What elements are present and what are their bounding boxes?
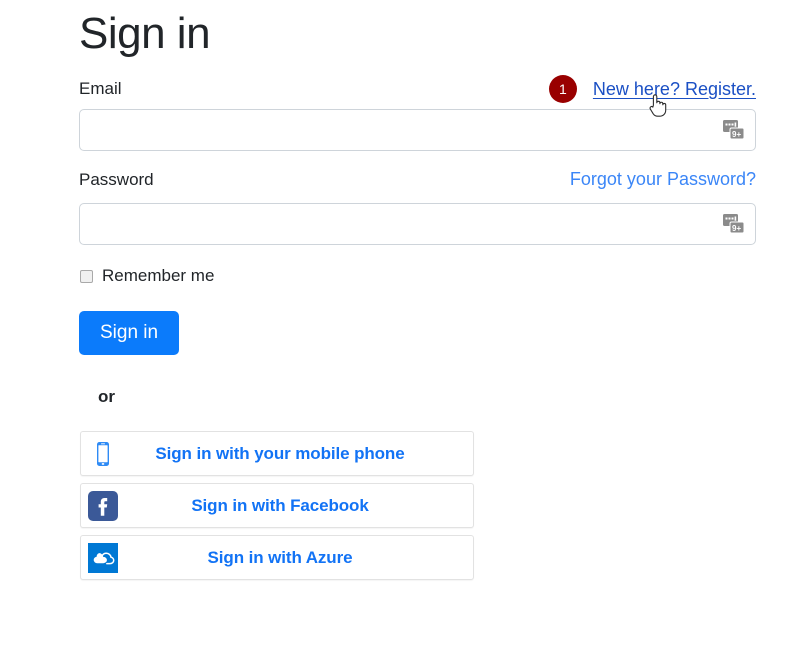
sign-in-with-mobile-phone-button[interactable]: Sign in with your mobile phone bbox=[80, 431, 474, 477]
remember-me-row[interactable]: Remember me bbox=[79, 265, 756, 287]
or-divider-label: or bbox=[98, 387, 115, 407]
sign-in-form: Sign in Email 1 New here? Register. 9+ P… bbox=[79, 0, 756, 587]
svg-text:9+: 9+ bbox=[732, 130, 741, 139]
register-link[interactable]: New here? Register. bbox=[593, 79, 756, 100]
page-title: Sign in bbox=[79, 9, 211, 58]
password-manager-icon[interactable]: 9+ bbox=[721, 211, 747, 237]
status-badge: 1 bbox=[548, 75, 577, 104]
register-link-cluster: 1 New here? Register. bbox=[548, 75, 756, 104]
sign-in-with-azure-button[interactable]: Sign in with Azure bbox=[80, 535, 474, 581]
email-input[interactable] bbox=[79, 109, 756, 152]
sign-in-with-facebook-button[interactable]: Sign in with Facebook bbox=[80, 483, 474, 529]
email-label-row: Email 1 New here? Register. bbox=[79, 75, 756, 104]
azure-cloud-icon bbox=[85, 540, 121, 576]
remember-me-label: Remember me bbox=[102, 266, 215, 286]
password-input[interactable] bbox=[79, 203, 756, 246]
password-label: Password bbox=[79, 170, 154, 190]
social-signin-list: Sign in with your mobile phone Sign in w… bbox=[80, 431, 474, 581]
forgot-password-link[interactable]: Forgot your Password? bbox=[570, 169, 756, 190]
remember-me-checkbox[interactable] bbox=[80, 269, 93, 283]
password-input-wrap: 9+ bbox=[79, 203, 756, 246]
sign-in-page: Sign in Email 1 New here? Register. 9+ P… bbox=[0, 0, 789, 645]
email-label: Email bbox=[79, 79, 122, 99]
password-label-row: Password Forgot your Password? bbox=[79, 169, 756, 195]
svg-text:9+: 9+ bbox=[732, 224, 741, 233]
password-manager-icon[interactable]: 9+ bbox=[721, 117, 747, 143]
sign-in-button[interactable]: Sign in bbox=[79, 311, 180, 356]
sign-in-with-facebook-label: Sign in with Facebook bbox=[191, 495, 369, 515]
sign-in-with-mobile-phone-label: Sign in with your mobile phone bbox=[155, 443, 405, 463]
mobile-phone-icon bbox=[85, 436, 121, 472]
email-input-wrap: 9+ bbox=[79, 109, 756, 152]
signin-button-wrap: Sign in bbox=[79, 287, 756, 356]
sign-in-with-azure-label: Sign in with Azure bbox=[207, 547, 353, 567]
facebook-icon bbox=[85, 488, 121, 524]
